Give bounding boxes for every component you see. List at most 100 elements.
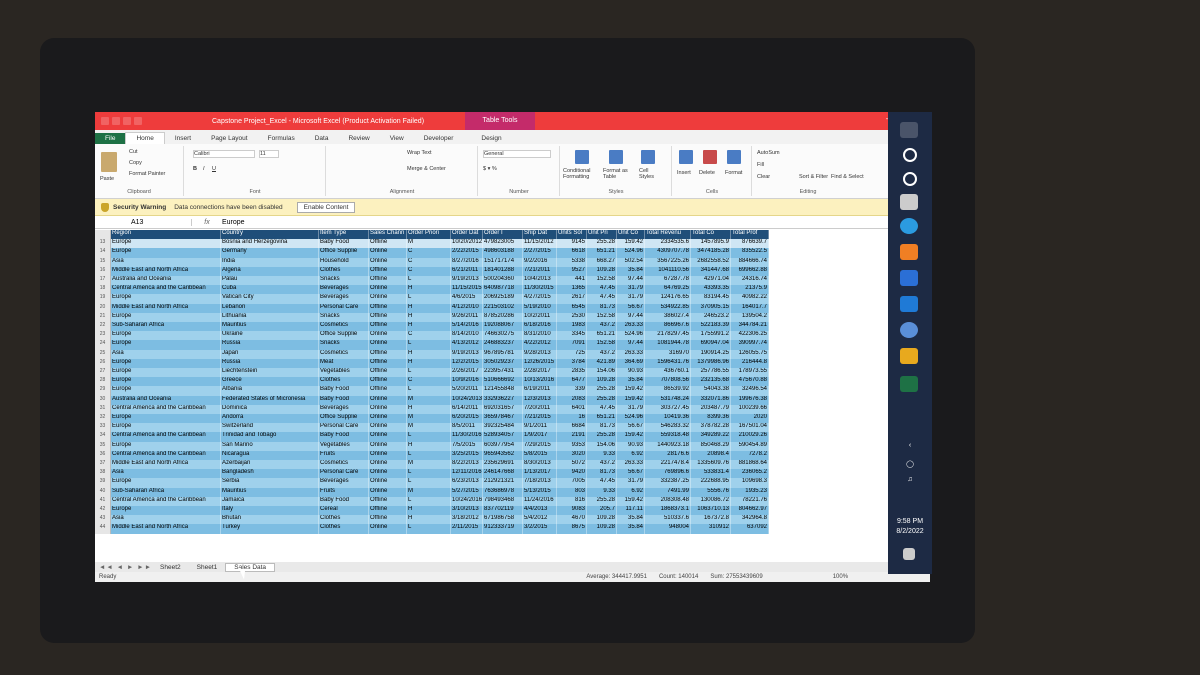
table-cell[interactable]: 210029.26: [731, 432, 769, 442]
table-row[interactable]: 24 Europe Russia Snacks Online L 4/13/2012 2468…: [95, 340, 769, 350]
table-row[interactable]: 43 Asia Bhutan Clothes Offline H 3/18/2012 6719…: [95, 515, 769, 525]
table-cell[interactable]: Online: [369, 395, 407, 405]
table-cell[interactable]: 257786.55: [691, 368, 731, 378]
number-format-select[interactable]: General: [483, 150, 551, 158]
table-row[interactable]: 20 Middle East and North Africa Lebanon Per…: [95, 303, 769, 313]
table-cell[interactable]: Vegetables: [319, 441, 369, 451]
clock-date[interactable]: 8/2/2022: [888, 528, 932, 535]
redo-icon[interactable]: [134, 117, 142, 125]
app-icon[interactable]: [900, 322, 918, 338]
table-row[interactable]: 37 Middle East and North Africa Azerbaijan…: [95, 460, 769, 470]
table-cell[interactable]: 3784: [557, 358, 587, 368]
table-cell[interactable]: Liechtenstein: [221, 368, 319, 378]
table-cell[interactable]: 159.42: [617, 432, 645, 442]
table-cell[interactable]: 199676.38: [731, 395, 769, 405]
table-row[interactable]: 15 Asia India Household Online C 8/27/2016 1517…: [95, 257, 769, 267]
table-cell[interactable]: C: [407, 248, 451, 258]
table-cell[interactable]: Online: [369, 524, 407, 534]
table-cell[interactable]: L: [407, 450, 451, 460]
table-cell[interactable]: 164017.7: [731, 303, 769, 313]
table-row[interactable]: 13 Europe Bosnia and Herzegovina Baby Food O…: [95, 239, 769, 249]
table-cell[interactable]: 8/5/2011: [451, 423, 483, 433]
table-cell[interactable]: 2191: [557, 432, 587, 442]
table-cell[interactable]: 10/13/2016: [523, 377, 557, 387]
table-cell[interactable]: H: [407, 285, 451, 295]
table-cell[interactable]: Online: [369, 478, 407, 488]
table-cell[interactable]: 2/26/2017: [451, 368, 483, 378]
table-cell[interactable]: 24316.74: [731, 276, 769, 286]
table-cell[interactable]: 255.28: [587, 395, 617, 405]
table-cell[interactable]: 559318.48: [645, 432, 691, 442]
table-cell[interactable]: 2530: [557, 312, 587, 322]
table-cell[interactable]: Azerbaijan: [221, 460, 319, 470]
table-cell[interactable]: M: [407, 487, 451, 497]
table-cell[interactable]: Offline: [369, 496, 407, 506]
table-cell[interactable]: 8675: [557, 524, 587, 534]
table-cell[interactable]: 9/19/2013: [451, 276, 483, 286]
table-cell[interactable]: 20898.4: [691, 450, 731, 460]
format-painter-button[interactable]: Format Painter: [129, 171, 165, 177]
table-cell[interactable]: 746630275: [483, 331, 523, 341]
table-cell[interactable]: 339: [557, 386, 587, 396]
spreadsheet-grid[interactable]: Region Country Item Type Sales Chann Order P…: [95, 230, 930, 560]
table-cell[interactable]: Europe: [111, 414, 221, 424]
table-cell[interactable]: 246883237: [483, 340, 523, 350]
table-cell[interactable]: 1755991.2: [691, 331, 731, 341]
table-cell[interactable]: Baby Food: [319, 386, 369, 396]
table-cell[interactable]: Personal Care: [319, 303, 369, 313]
windows-start-icon[interactable]: [900, 122, 918, 138]
table-cell[interactable]: 640987718: [483, 285, 523, 295]
table-cell[interactable]: 9/28/2013: [523, 349, 557, 359]
table-cell[interactable]: L: [407, 478, 451, 488]
table-cell[interactable]: Online: [369, 469, 407, 479]
table-cell[interactable]: Personal Care: [319, 469, 369, 479]
row-number[interactable]: 25: [95, 349, 111, 359]
autosum-button[interactable]: AutoSum: [757, 150, 780, 156]
table-cell[interactable]: Europe: [111, 248, 221, 258]
table-cell[interactable]: 12/26/2015: [523, 358, 557, 368]
table-cell[interactable]: 16: [557, 414, 587, 424]
table-cell[interactable]: 437.2: [587, 322, 617, 332]
table-cell[interactable]: 12/2/2015: [451, 358, 483, 368]
table-cell[interactable]: 8/30/2013: [523, 460, 557, 470]
table-cell[interactable]: 6477: [557, 377, 587, 387]
table-row[interactable]: 16 Middle East and North Africa Algeria Clo…: [95, 266, 769, 276]
table-cell[interactable]: 255.28: [587, 239, 617, 249]
table-cell[interactable]: Offline: [369, 377, 407, 387]
table-cell[interactable]: 10/24/2016: [451, 496, 483, 506]
task-view-icon[interactable]: [900, 194, 918, 210]
row-number[interactable]: 18: [95, 285, 111, 295]
network-icon[interactable]: ◯: [888, 460, 932, 468]
table-cell[interactable]: Offline: [369, 312, 407, 322]
table-cell[interactable]: Clothes: [319, 266, 369, 276]
table-cell[interactable]: 11/30/2016: [451, 432, 483, 442]
table-cell[interactable]: 763686978: [483, 487, 523, 497]
table-cell[interactable]: Online: [369, 285, 407, 295]
table-cell[interactable]: 12/3/2013: [523, 395, 557, 405]
table-cell[interactable]: Snacks: [319, 276, 369, 286]
table-cell[interactable]: Switzerland: [221, 423, 319, 433]
table-cell[interactable]: Central America and the Caribbean: [111, 404, 221, 414]
table-cell[interactable]: 167501.04: [731, 423, 769, 433]
table-cell[interactable]: Andorra: [221, 414, 319, 424]
table-cell[interactable]: 4/12/2010: [451, 303, 483, 313]
table-cell[interactable]: Vegetables: [319, 368, 369, 378]
row-number[interactable]: 13: [95, 239, 111, 249]
table-cell[interactable]: 67287.78: [645, 276, 691, 286]
table-cell[interactable]: 10/2/2011: [523, 312, 557, 322]
table-cell[interactable]: 6.92: [617, 487, 645, 497]
wrap-text-button[interactable]: Wrap Text: [407, 150, 432, 156]
table-cell[interactable]: Online: [369, 432, 407, 442]
table-cell[interactable]: 341447.68: [691, 266, 731, 276]
table-cell[interactable]: Clothes: [319, 377, 369, 387]
tab-home[interactable]: Home: [125, 132, 165, 144]
table-cell[interactable]: 637092: [731, 524, 769, 534]
table-cell[interactable]: H: [407, 515, 451, 525]
table-cell[interactable]: Offline: [369, 322, 407, 332]
column-header[interactable]: Ship Dat: [523, 230, 557, 240]
table-cell[interactable]: India: [221, 257, 319, 267]
table-cell[interactable]: 10/24/2013: [451, 395, 483, 405]
merge-center-button[interactable]: Merge & Center: [407, 166, 446, 172]
table-cell[interactable]: 651.21: [587, 331, 617, 341]
table-cell[interactable]: 804662.97: [731, 506, 769, 516]
